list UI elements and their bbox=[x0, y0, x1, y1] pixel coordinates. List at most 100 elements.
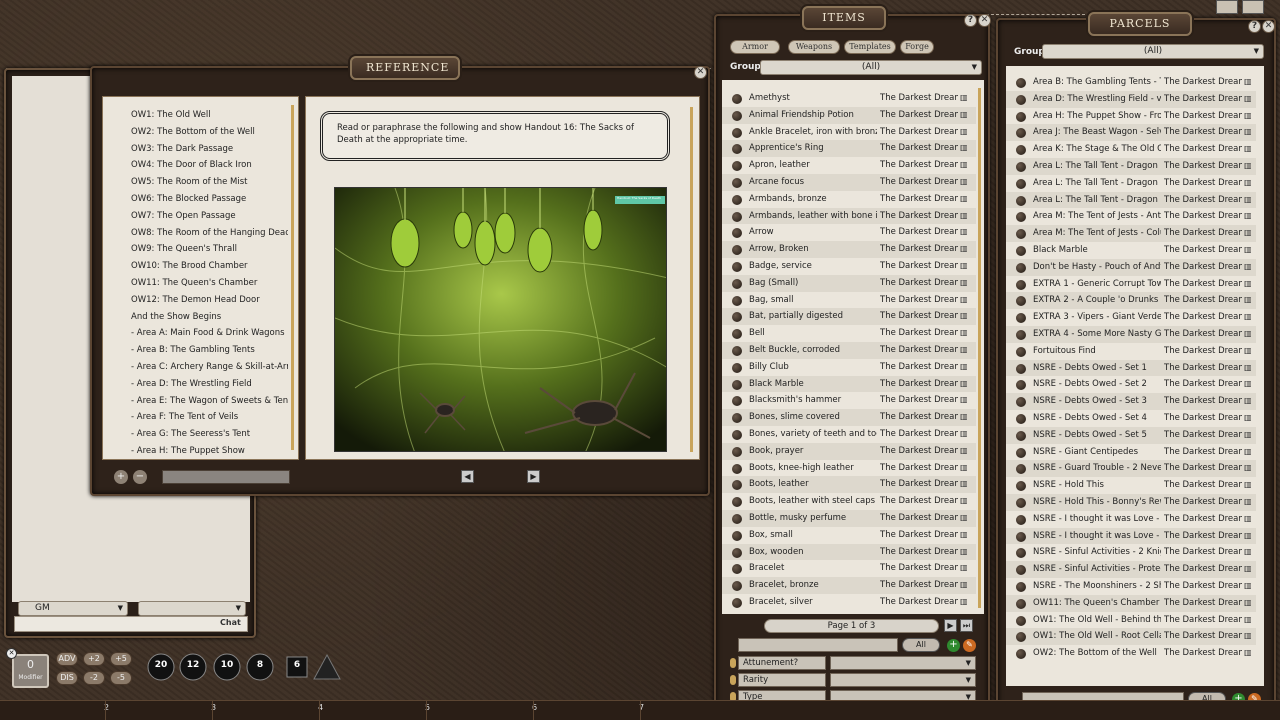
item-link-icon[interactable] bbox=[732, 211, 742, 222]
item-link-icon[interactable] bbox=[1016, 161, 1026, 172]
list-item[interactable]: Belt Buckle, corroded The Darkest Dream ▥ bbox=[722, 341, 976, 359]
item-link-icon[interactable] bbox=[732, 194, 742, 205]
list-item[interactable]: Area H: The Puppet Show - From aThe Dark… bbox=[1006, 108, 1256, 125]
list-item[interactable]: Armbands, bronze The Darkest Dream ▥ bbox=[722, 191, 976, 208]
toc-entry[interactable]: OW2: The Bottom of the Well bbox=[103, 124, 288, 141]
search-input[interactable] bbox=[162, 470, 290, 484]
list-item[interactable]: Blacksmith's hammer The Darkest Dream ▥ bbox=[722, 392, 976, 409]
item-link-icon[interactable] bbox=[732, 245, 742, 256]
items-search-input[interactable] bbox=[738, 638, 898, 652]
item-link-icon[interactable] bbox=[1016, 363, 1026, 374]
item-link-icon[interactable] bbox=[1016, 329, 1026, 340]
toc-entry[interactable]: OW4: The Door of Black Iron bbox=[103, 157, 288, 174]
item-link-icon[interactable] bbox=[732, 497, 742, 508]
tab-forge[interactable]: Forge bbox=[900, 40, 934, 54]
list-item[interactable]: EXTRA 2 - A Couple 'o Drunks - 2 DThe Da… bbox=[1006, 292, 1256, 310]
item-link-icon[interactable] bbox=[732, 379, 742, 390]
list-item[interactable]: Fortuitous Find The Darkest Dream ▥ bbox=[1006, 343, 1256, 360]
tab-armor[interactable]: Armor bbox=[730, 40, 780, 54]
list-item[interactable]: Bones, slime covered The Darkest Dream ▥ bbox=[722, 409, 976, 426]
list-item[interactable]: NSRE - Debts Owed - Set 2 The Darkest Dre… bbox=[1006, 376, 1256, 393]
filter-select[interactable]: ▼ bbox=[830, 656, 976, 670]
list-item[interactable]: Bell The Darkest Dream ▥ bbox=[722, 325, 976, 342]
toc-entry[interactable]: - Area D: The Wrestling Field bbox=[103, 376, 288, 393]
list-item[interactable]: Area L: The Tall Tent - Dragon PunThe Da… bbox=[1006, 175, 1256, 192]
item-link-icon[interactable] bbox=[732, 144, 742, 155]
item-link-icon[interactable] bbox=[732, 396, 742, 407]
list-item[interactable]: NSRE - Guard Trouble - 2 NevermoThe Dark… bbox=[1006, 460, 1256, 478]
toc-entry[interactable]: - Area C: Archery Range & Skill-at-Arms … bbox=[103, 359, 288, 376]
item-link-icon[interactable] bbox=[732, 329, 742, 340]
item-link-icon[interactable] bbox=[1016, 632, 1026, 643]
list-item[interactable]: Area L: The Tall Tent - Dragon PunThe Da… bbox=[1006, 191, 1256, 209]
next-page-button[interactable]: ▶ bbox=[527, 470, 540, 483]
list-item[interactable]: NSRE - Hold This - Bonny's RewardThe Dar… bbox=[1006, 493, 1256, 511]
toc-entry[interactable]: OW7: The Open Passage bbox=[103, 208, 288, 225]
list-item[interactable]: Bottle, musky perfume The Darkest Dream ▥ bbox=[722, 509, 976, 527]
list-item[interactable]: Bracelet, silver The Darkest Dream ▥ bbox=[722, 594, 976, 610]
list-item[interactable]: NSRE - Sinful Activities - 2 Knights cTh… bbox=[1006, 544, 1256, 561]
list-item[interactable]: Arrow The Darkest Dream ▥ bbox=[722, 224, 976, 241]
list-item[interactable]: Area M: The Tent of Jests - ColumbThe Da… bbox=[1006, 225, 1256, 242]
toc-entry[interactable]: OW6: The Blocked Passage bbox=[103, 191, 288, 208]
item-link-icon[interactable] bbox=[1016, 413, 1026, 424]
toc-entry[interactable]: OW1: The Old Well bbox=[103, 107, 288, 124]
remove-entry-button[interactable]: − bbox=[133, 470, 147, 484]
toc-entry[interactable]: - Area G: The Seeress's Tent bbox=[103, 426, 288, 443]
modifier-box[interactable]: 0 Modifier bbox=[12, 654, 49, 688]
item-link-icon[interactable] bbox=[732, 228, 742, 239]
list-item[interactable]: Boots, leather with steel caps The Darkes… bbox=[722, 493, 976, 510]
item-link-icon[interactable] bbox=[1016, 313, 1026, 324]
toc-entry[interactable]: - Area E: The Wagon of Sweets & Tent of … bbox=[103, 393, 288, 410]
item-link-icon[interactable] bbox=[732, 413, 742, 424]
item-link-icon[interactable] bbox=[732, 564, 742, 575]
item-link-icon[interactable] bbox=[732, 547, 742, 558]
list-item[interactable]: NSRE - Debts Owed - Set 3 The Darkest Dre… bbox=[1006, 393, 1256, 410]
item-link-icon[interactable] bbox=[1016, 397, 1026, 408]
list-item[interactable]: Bag, small The Darkest Dream ▥ bbox=[722, 292, 976, 309]
item-link-icon[interactable] bbox=[1016, 195, 1026, 206]
list-item[interactable]: Area D: The Wrestling Field - victorThe … bbox=[1006, 90, 1256, 108]
language-select[interactable]: ▼ bbox=[138, 601, 246, 616]
hotkey-slot[interactable] bbox=[214, 701, 320, 720]
list-item[interactable]: EXTRA 3 - Vipers - Giant VerdestianThe D… bbox=[1006, 309, 1256, 326]
add-entry-button[interactable]: + bbox=[114, 470, 128, 484]
item-link-icon[interactable] bbox=[732, 597, 742, 608]
item-link-icon[interactable] bbox=[1016, 279, 1026, 290]
list-item[interactable]: Black Marble The Darkest Dream ▥ bbox=[722, 375, 976, 393]
list-item[interactable]: Arcane focus The Darkest Dream ▥ bbox=[722, 173, 976, 191]
modifier-button[interactable]: -2 bbox=[83, 671, 105, 685]
list-item[interactable]: Boots, knee-high leather The Darkest Drea… bbox=[722, 460, 976, 477]
modifier-button[interactable]: ADV bbox=[56, 652, 78, 666]
item-link-icon[interactable] bbox=[732, 278, 742, 289]
items-next-page-button[interactable]: ▶ bbox=[944, 619, 957, 632]
list-item[interactable]: Book, prayer The Darkest Dream ▥ bbox=[722, 442, 976, 460]
item-link-icon[interactable] bbox=[732, 177, 742, 188]
list-item[interactable]: Bag (Small) The Darkest Dream ▥ bbox=[722, 274, 976, 292]
items-edit-button[interactable]: ✎ bbox=[963, 639, 976, 652]
die-d20[interactable]: 20 bbox=[146, 652, 176, 682]
list-item[interactable]: NSRE - Debts Owed - Set 1 The Darkest Dre… bbox=[1006, 359, 1256, 377]
list-item[interactable]: Apron, leather The Darkest Dream ▥ bbox=[722, 157, 976, 174]
list-item[interactable]: NSRE - Sinful Activities - Protector JTh… bbox=[1006, 561, 1256, 578]
chat-input[interactable] bbox=[14, 616, 248, 632]
content-scrollbar[interactable] bbox=[690, 107, 693, 452]
hotkey-slot[interactable] bbox=[535, 701, 641, 720]
item-link-icon[interactable] bbox=[732, 530, 742, 541]
list-item[interactable]: Badge, service The Darkest Dream ▥ bbox=[722, 258, 976, 275]
item-link-icon[interactable] bbox=[1016, 380, 1026, 391]
item-link-icon[interactable] bbox=[732, 463, 742, 474]
list-item[interactable]: EXTRA 4 - Some More Nasty GambThe Darkes… bbox=[1006, 325, 1256, 343]
item-link-icon[interactable] bbox=[1016, 94, 1026, 105]
item-link-icon[interactable] bbox=[1016, 430, 1026, 441]
item-link-icon[interactable] bbox=[1016, 548, 1026, 559]
modifier-button[interactable]: +5 bbox=[110, 652, 132, 666]
filter-select[interactable]: ▼ bbox=[830, 673, 976, 687]
die-dcustom[interactable] bbox=[312, 652, 342, 682]
items-filter-all-button[interactable]: All bbox=[902, 638, 940, 652]
die-d12[interactable]: 12 bbox=[178, 652, 208, 682]
parcels-help-button[interactable]: ? bbox=[1248, 20, 1261, 33]
items-last-page-button[interactable]: ⏭ bbox=[960, 619, 973, 632]
item-link-icon[interactable] bbox=[1016, 447, 1026, 458]
item-link-icon[interactable] bbox=[732, 94, 742, 104]
